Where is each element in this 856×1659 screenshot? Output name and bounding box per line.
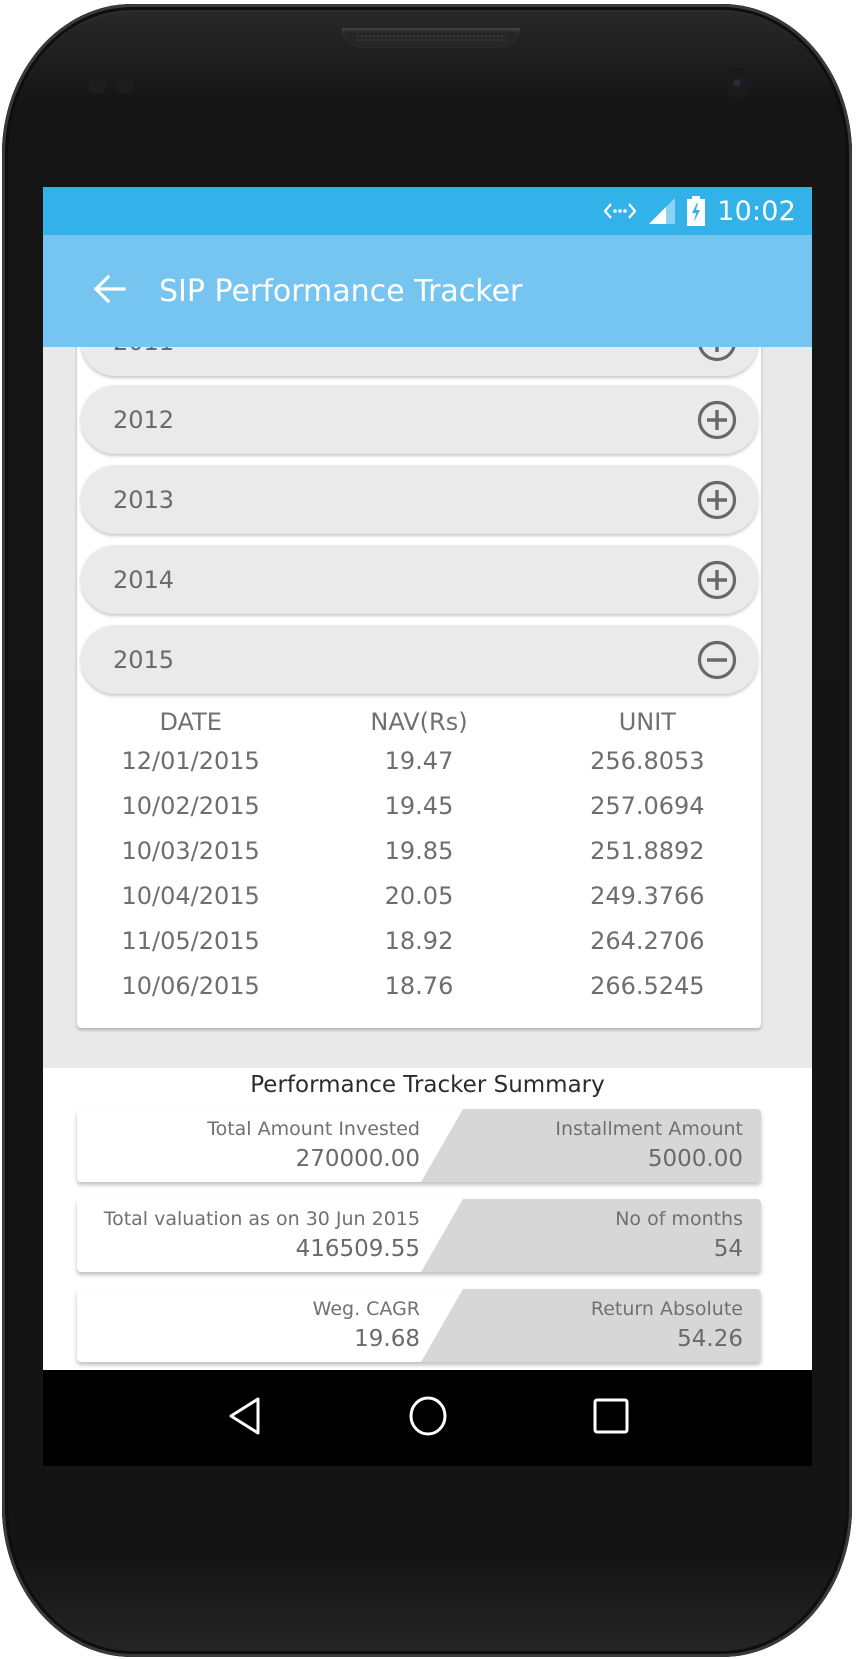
summary-right-block: Installment Amount 5000.00 [443, 1115, 743, 1175]
cagr-value: 19.68 [354, 1326, 420, 1352]
home-circle-icon [407, 1395, 449, 1442]
table-row: 11/05/2015 18.92 264.2706 [77, 921, 761, 961]
cell-unit: 256.8053 [590, 747, 705, 775]
accordion-item-2015[interactable]: 2015 [81, 625, 758, 694]
cell-date: 12/01/2015 [121, 747, 260, 775]
summary-card: Total Amount Invested 270000.00 Installm… [77, 1109, 761, 1182]
cell-unit: 249.3766 [590, 882, 705, 910]
accordion-year: 2015 [113, 645, 175, 674]
summary-card: Weg. CAGR 19.68 Return Absolute 54.26 [77, 1289, 761, 1362]
table-row: 10/03/2015 19.85 251.8892 [77, 831, 761, 871]
speaker-grille [342, 28, 520, 48]
cell-nav: 19.85 [384, 837, 454, 865]
plus-circle-icon[interactable] [696, 479, 738, 521]
accordion-item-2014[interactable]: 2014 [81, 545, 758, 614]
accordion-year: 2012 [113, 405, 175, 434]
column-header-nav: NAV(Rs) [370, 708, 468, 736]
summary-right-block: No of months 54 [443, 1205, 743, 1265]
arrow-left-icon [92, 274, 126, 309]
cell-date: 10/02/2015 [121, 792, 260, 820]
app-bar: SIP Performance Tracker [43, 235, 812, 347]
cell-unit: 251.8892 [590, 837, 705, 865]
total-valuation-label: Total valuation as on 30 Jun 2015 [103, 1208, 420, 1230]
summary-left-block: Total valuation as on 30 Jun 2015 416509… [90, 1205, 420, 1265]
data-transfer-icon [603, 201, 637, 221]
clock: 10:02 [717, 195, 796, 227]
installment-amount-label: Installment Amount [555, 1118, 743, 1140]
total-valuation-value: 416509.55 [295, 1236, 420, 1262]
accordion-year: 2013 [113, 485, 175, 514]
nav-back-button[interactable] [210, 1383, 280, 1453]
cell-nav: 20.05 [384, 882, 454, 910]
total-invested-label: Total Amount Invested [207, 1118, 420, 1140]
months-value: 54 [713, 1236, 743, 1262]
plus-circle-icon[interactable] [696, 559, 738, 601]
accordion-region: 2011 2012 2013 [43, 347, 812, 1068]
content-scroll-area[interactable]: 2011 2012 2013 [43, 347, 812, 1370]
page-title: SIP Performance Tracker [159, 273, 523, 309]
nav-home-button[interactable] [393, 1383, 463, 1453]
back-triangle-icon [227, 1396, 263, 1441]
minus-circle-icon[interactable] [696, 639, 738, 681]
column-header-date: DATE [159, 708, 222, 736]
installment-amount-value: 5000.00 [647, 1146, 743, 1172]
summary-title: Performance Tracker Summary [250, 1072, 605, 1098]
cell-date: 11/05/2015 [121, 927, 260, 955]
nav-recents-button[interactable] [576, 1383, 646, 1453]
cell-date: 10/03/2015 [121, 837, 260, 865]
system-nav-bar [43, 1370, 812, 1466]
plus-circle-icon[interactable] [696, 399, 738, 441]
back-button[interactable] [79, 261, 139, 321]
table-row: 10/06/2015 18.76 266.5245 [77, 966, 761, 1006]
table-header: DATE NAV(Rs) UNIT [77, 702, 761, 742]
summary-left-block: Weg. CAGR 19.68 [90, 1295, 420, 1355]
cell-date: 10/06/2015 [121, 972, 260, 1000]
summary-card: Total valuation as on 30 Jun 2015 416509… [77, 1199, 761, 1272]
cell-signal-icon [649, 198, 676, 224]
accordion-item-2012[interactable]: 2012 [81, 385, 758, 454]
cell-nav: 18.92 [384, 927, 454, 955]
cell-unit: 257.0694 [590, 792, 705, 820]
absolute-return-value: 54.26 [677, 1326, 743, 1352]
battery-charging-icon [687, 196, 706, 226]
table-row: 10/02/2015 19.45 257.0694 [77, 786, 761, 826]
accordion-item-2011[interactable]: 2011 [81, 347, 758, 376]
accordion-year: 2011 [113, 347, 174, 356]
table-row: 12/01/2015 19.47 256.8053 [77, 741, 761, 781]
cell-nav: 19.45 [384, 792, 454, 820]
absolute-return-label: Return Absolute [590, 1298, 743, 1320]
column-header-unit: UNIT [618, 708, 676, 736]
accordion-panel: 2011 2012 2013 [77, 347, 761, 1028]
status-bar: 10:02 [43, 187, 812, 235]
cell-nav: 18.76 [384, 972, 454, 1000]
total-invested-value: 270000.00 [295, 1146, 420, 1172]
cell-nav: 19.47 [384, 747, 454, 775]
light-sensor [116, 76, 134, 94]
table-row: 10/04/2015 20.05 249.3766 [77, 876, 761, 916]
plus-circle-icon[interactable] [696, 347, 738, 363]
screen: 10:02 SIP Performance Tracker 2011 [43, 187, 812, 1466]
cell-date: 10/04/2015 [121, 882, 260, 910]
summary-left-block: Total Amount Invested 270000.00 [90, 1115, 420, 1175]
summary-section: Performance Tracker Summary Total Amount… [43, 1068, 812, 1370]
summary-right-block: Return Absolute 54.26 [443, 1295, 743, 1355]
accordion-item-2013[interactable]: 2013 [81, 465, 758, 534]
accordion-year: 2014 [113, 565, 175, 594]
recents-square-icon [592, 1397, 630, 1440]
front-camera [722, 68, 752, 98]
cell-unit: 264.2706 [590, 927, 705, 955]
months-label: No of months [615, 1208, 743, 1230]
cell-unit: 266.5245 [590, 972, 705, 1000]
cagr-label: Weg. CAGR [312, 1298, 420, 1320]
proximity-sensor [88, 76, 106, 94]
